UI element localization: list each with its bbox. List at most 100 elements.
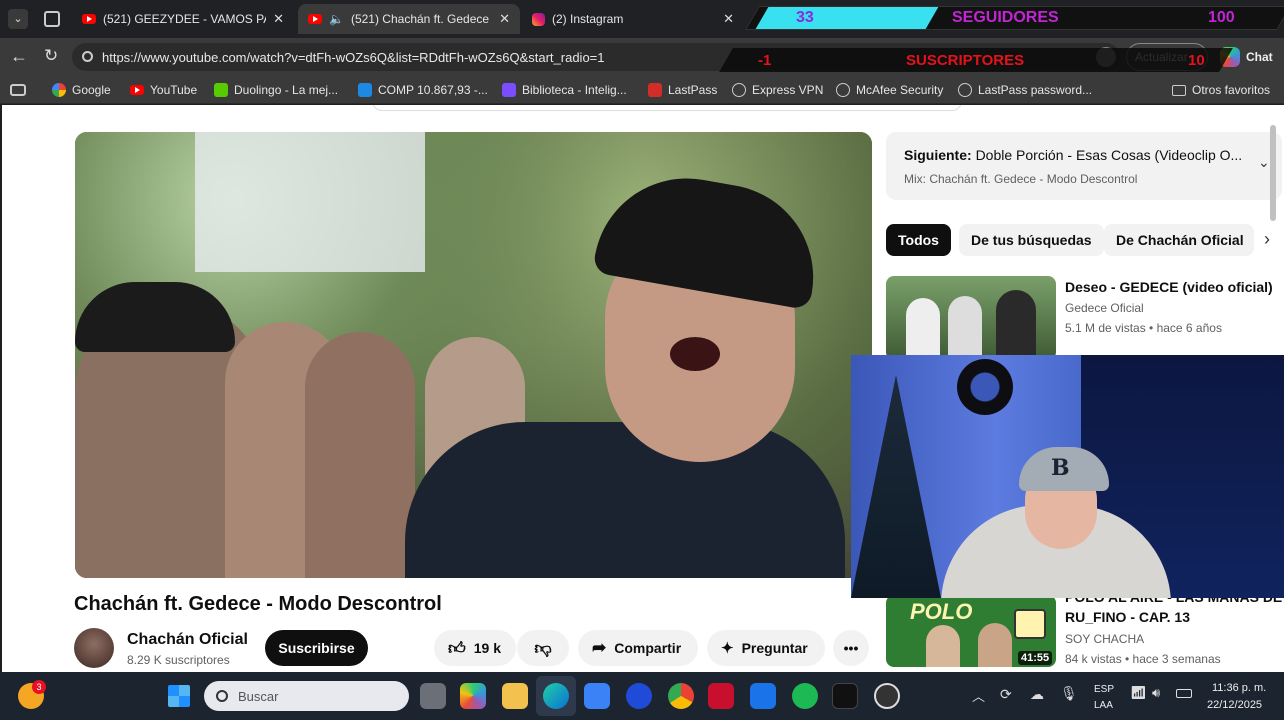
channel-avatar[interactable] xyxy=(74,628,114,668)
clock-time[interactable]: 11:36 p. m. xyxy=(1212,682,1266,694)
chip-de-chachan[interactable]: De Chachán Oficial xyxy=(1104,224,1254,256)
chip-de-tus-busquedas[interactable]: De tus búsquedas xyxy=(959,224,1104,256)
bookmark-comp[interactable]: COMP 10.867,93 -... xyxy=(358,82,488,98)
mcafee-icon[interactable] xyxy=(708,683,734,709)
thumb-text: POLO xyxy=(910,599,973,624)
mail-icon[interactable] xyxy=(750,683,776,709)
next-up-title: Doble Porción - Esas Cosas (Videoclip O.… xyxy=(975,147,1243,163)
mic-icon[interactable]: 🎙︎ xyxy=(1060,685,1078,702)
tiktok-icon[interactable] xyxy=(832,683,858,709)
recommendation-title-line2[interactable]: RU_FINO - CAP. 13 xyxy=(1065,609,1190,625)
other-favorites[interactable]: Otros favoritos xyxy=(1172,82,1270,98)
edge-icon[interactable] xyxy=(543,683,569,709)
close-icon[interactable]: ✕ xyxy=(723,11,734,27)
bookmark-google[interactable]: Google xyxy=(52,82,111,98)
globe-icon xyxy=(732,83,746,97)
bookmark-duolingo[interactable]: Duolingo - La mej... xyxy=(214,82,338,98)
minimize-icon[interactable] xyxy=(1170,18,1180,19)
hp-icon[interactable] xyxy=(626,683,652,709)
spotify-icon[interactable] xyxy=(792,683,818,709)
subscribe-button[interactable]: Suscribirse xyxy=(265,630,368,666)
obs-icon[interactable] xyxy=(874,683,900,709)
update-button[interactable]: Actualizar xyxy=(1126,43,1208,71)
language-primary[interactable]: ESP xyxy=(1094,684,1114,695)
person-back2 xyxy=(305,332,415,578)
other-favorites-label: Otros favoritos xyxy=(1192,83,1271,97)
next-up-label: Siguiente: xyxy=(904,147,972,163)
reload-icon[interactable]: ↻ xyxy=(44,46,58,66)
file-explorer-icon[interactable] xyxy=(502,683,528,709)
subscriber-count: 8.29 K suscriptores xyxy=(127,653,230,667)
tab-actions-icon[interactable]: ⌄ xyxy=(8,9,28,29)
share-button[interactable]: ➦ Compartir xyxy=(578,630,698,666)
search-bar-edge xyxy=(372,105,962,111)
chrome-icon[interactable] xyxy=(668,683,694,709)
profile-avatar[interactable] xyxy=(1096,47,1116,67)
more-actions-button[interactable]: ••• xyxy=(833,630,869,666)
next-up-panel[interactable]: Siguiente: Doble Porción - Esas Cosas (V… xyxy=(886,132,1282,200)
next-up-line: Siguiente: Doble Porción - Esas Cosas (V… xyxy=(904,147,1242,163)
ask-button[interactable]: ✦ Preguntar xyxy=(707,630,825,666)
close-window-icon[interactable]: ✕ xyxy=(1258,10,1270,27)
dislike-button[interactable]: 👎︎ xyxy=(517,630,569,666)
task-view-icon[interactable] xyxy=(420,683,446,709)
battery-icon[interactable] xyxy=(1176,689,1192,698)
language-secondary[interactable]: LAA xyxy=(1094,700,1113,711)
back-arrow-icon[interactable]: ← xyxy=(10,46,28,67)
thumb-figure xyxy=(926,625,960,667)
chevron-right-icon[interactable]: › xyxy=(1264,229,1270,250)
wifi-icon[interactable]: 📶︎ xyxy=(1130,685,1147,701)
sync-icon[interactable]: ⟳ xyxy=(1000,686,1012,703)
site-info-icon[interactable] xyxy=(82,51,93,62)
speaker-icon[interactable]: 🔈 xyxy=(329,12,344,26)
tab-geezydee[interactable]: (521) GEEZYDEE - VAMOS PA BELEN ✕ xyxy=(72,4,294,34)
recommendation-thumb[interactable] xyxy=(886,276,1056,360)
tab-instagram[interactable]: (2) Instagram ✕ xyxy=(522,4,744,34)
tab-title: (521) GEEZYDEE - VAMOS PA BELEN xyxy=(103,12,266,26)
copilot-icon[interactable] xyxy=(1220,47,1240,67)
chip-label: Todos xyxy=(898,232,939,248)
bookmark-mcafee[interactable]: McAfee Security xyxy=(836,82,943,98)
bookmark-label: LastPass xyxy=(668,83,718,97)
close-icon[interactable]: ✕ xyxy=(273,11,284,27)
globe-icon xyxy=(958,83,972,97)
thumb-badge xyxy=(1014,609,1046,639)
bookmark-label: Google xyxy=(72,83,111,97)
bookmark-lastpass[interactable]: LastPass xyxy=(648,82,717,98)
tab-chachan[interactable]: 🔈 (521) Chachán ft. Gedece - Modo Descon… xyxy=(298,4,520,34)
like-button[interactable]: 👍︎ 19 k xyxy=(434,630,516,666)
start-icon[interactable] xyxy=(168,685,190,707)
bookmark-youtube[interactable]: YouTube xyxy=(130,82,197,98)
bookmark-label: Express VPN xyxy=(752,83,824,97)
taskbar-search[interactable]: Buscar xyxy=(204,681,409,711)
bookmark-lastpass-password[interactable]: LastPass password... xyxy=(958,82,1092,98)
biblioteca-icon xyxy=(502,83,516,97)
url-bar[interactable]: https://www.youtube.com/watch?v=dtFh-wOZ… xyxy=(72,43,1120,71)
sidebar-toggle-icon[interactable] xyxy=(10,84,26,96)
clock-date[interactable]: 22/12/2025 xyxy=(1207,699,1262,711)
volume-icon[interactable]: 🔊︎ xyxy=(1152,685,1160,701)
chat-label[interactable]: Chat xyxy=(1246,50,1273,64)
channel-name[interactable]: Chachán Oficial xyxy=(127,631,248,649)
chevron-down-icon[interactable]: ⌄ xyxy=(1258,154,1270,171)
store-icon[interactable] xyxy=(584,683,610,709)
rapper-body xyxy=(405,422,845,578)
cloud-icon[interactable]: ☁ xyxy=(1030,686,1044,703)
google-icon xyxy=(52,83,66,97)
recommendation-title[interactable]: Deseo - GEDECE (video oficial) xyxy=(1065,279,1273,295)
scrollbar-thumb[interactable] xyxy=(1270,125,1276,221)
recommendation-meta: 5.1 M de vistas • hace 6 años xyxy=(1065,321,1222,335)
chip-todos[interactable]: Todos xyxy=(886,224,951,256)
video-player[interactable] xyxy=(75,132,872,578)
bookmark-expressvpn[interactable]: Express VPN xyxy=(732,82,823,98)
copilot-taskbar-icon[interactable] xyxy=(460,683,486,709)
close-icon[interactable]: ✕ xyxy=(499,11,510,27)
share-label: Compartir xyxy=(614,640,682,656)
chevron-up-icon[interactable]: ︿ xyxy=(972,686,985,705)
instagram-icon xyxy=(532,12,545,26)
thumbs-up-icon: 👍︎ xyxy=(448,638,466,658)
workspaces-icon[interactable] xyxy=(44,11,60,27)
bookmark-biblioteca[interactable]: Biblioteca - Intelig... xyxy=(502,82,627,98)
search-icon xyxy=(216,690,228,702)
recommendation-thumb[interactable]: POLO 41:55 xyxy=(886,595,1056,667)
